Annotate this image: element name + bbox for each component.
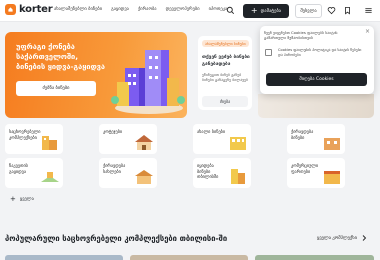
tbilisi-apartments-illustration [231,169,245,184]
plus-icon: + [250,6,258,15]
houses-illustration [135,170,153,184]
see-all-link[interactable]: ყველა კომპლექსი [317,236,357,241]
main-nav: ახალაშენებლი ბინები გაყიდვა ქირაობა დევე… [54,7,227,12]
promo-title: თქვენ ვეძებ ბინები განებადება [202,55,250,67]
category-tile[interactable]: კოტეჯები [99,124,157,154]
promo-tag: ახალაშენებლი ბინები [202,40,249,47]
nav-item-rent[interactable]: ქირაობა [138,7,157,12]
category-tile[interactable]: კომერციული ფართები [287,158,345,188]
more-categories-button[interactable]: + ყველა [10,195,34,203]
tile-label: ახალი ბინები [197,130,226,135]
promo-card[interactable]: ახალაშენებლი ბინები თქვენ ვეძებ ბინები გ… [198,36,252,110]
tile-label: ქირავდება ბინები [291,130,314,141]
category-tile[interactable]: ახალი ბინები [193,124,251,154]
login-button[interactable]: შესვლა [295,4,322,18]
nav-item-mortgage[interactable]: იპოთეკა [209,7,228,12]
top-header: korter ახალაშენებლი ბინები გაყიდვა ქირაო… [0,0,380,22]
category-tile[interactable]: ქირავდება სახლები [99,158,157,188]
cookie-policy-link[interactable]: Cookies ფაილების პოლიტიკა და საიტის წესე… [278,48,366,58]
close-icon[interactable]: × [365,28,370,35]
cookie-checkbox[interactable] [265,49,272,56]
add-listing-button[interactable]: + დამატება [243,4,289,18]
tile-label: საცხოვრებელი კომპლექსები [9,130,41,141]
apartments-illustration [230,137,246,150]
hero-banner: უფრაგი ქონება საქართველოში, ბინების ყიდვ… [5,32,187,118]
land-illustration [41,172,59,182]
promo-description: ეწინეგით ბინებ განებ ბინები განაგენე ბილ… [202,72,249,83]
cookie-text: ჩვენ ვიყენებთ Cookies ფაილებს საიტის გამ… [264,30,338,40]
complex-thumbnail[interactable] [255,255,374,260]
promo-button[interactable]: ძიება [202,96,248,107]
accept-cookies-button[interactable]: მიღება Cookies [266,73,367,86]
hero-search-button[interactable]: ძებნა ბინები [16,81,96,96]
buildings-illustration [111,50,185,114]
chevron-right-icon[interactable] [360,234,368,242]
tile-label: ქირავდება სახლები [103,164,126,175]
nav-item-developers[interactable]: დეველოპერები [166,7,200,12]
logo[interactable]: korter [5,4,53,15]
tile-label: კოტეჯები [103,130,123,135]
tile-label: იყიდება ბინები თბილისში [197,164,219,181]
rent-apartments-illustration [324,138,340,150]
heart-icon[interactable] [327,6,336,15]
search-icon[interactable] [226,6,235,15]
commercial-illustration [324,171,340,184]
menu-icon[interactable] [364,6,373,15]
logo-mark-icon [5,4,16,15]
more-label: ყველა [19,196,34,202]
side-banner-image [258,94,374,118]
complex-thumbnail[interactable] [130,255,248,260]
hero-title: უფრაგი ქონება საქართველოში, ბინების ყიდვ… [16,42,106,71]
category-tile[interactable]: ნაკვეთის გაყიდვა [5,158,63,188]
bookmark-icon[interactable] [343,6,352,15]
category-tile[interactable]: ქირავდება ბინები [287,124,345,154]
category-tile[interactable]: საცხოვრებელი კომპლექსები [5,124,63,154]
nav-item-sale[interactable]: გაყიდვა [111,7,129,12]
plus-icon: + [10,195,16,203]
complex-illustration [42,136,57,150]
tile-label: ნაკვეთის გაყიდვა [9,164,28,175]
tile-label: კომერციული ფართები [291,164,319,175]
cookie-popup: ჩვენ ვიყენებთ Cookies ფაილებს საიტის გამ… [260,26,374,94]
add-listing-label: დამატება [260,8,282,14]
complex-thumbnail[interactable] [5,255,123,260]
category-tile[interactable]: იყიდება ბინები თბილისში [193,158,251,188]
logo-text: korter [19,4,53,15]
cottage-illustration [135,135,153,150]
section-title: პოპულარული საცხოვრებელი კომპლექსები თბილ… [5,234,228,243]
nav-item-new-apartments[interactable]: ახალაშენებლი ბინები [54,7,102,12]
